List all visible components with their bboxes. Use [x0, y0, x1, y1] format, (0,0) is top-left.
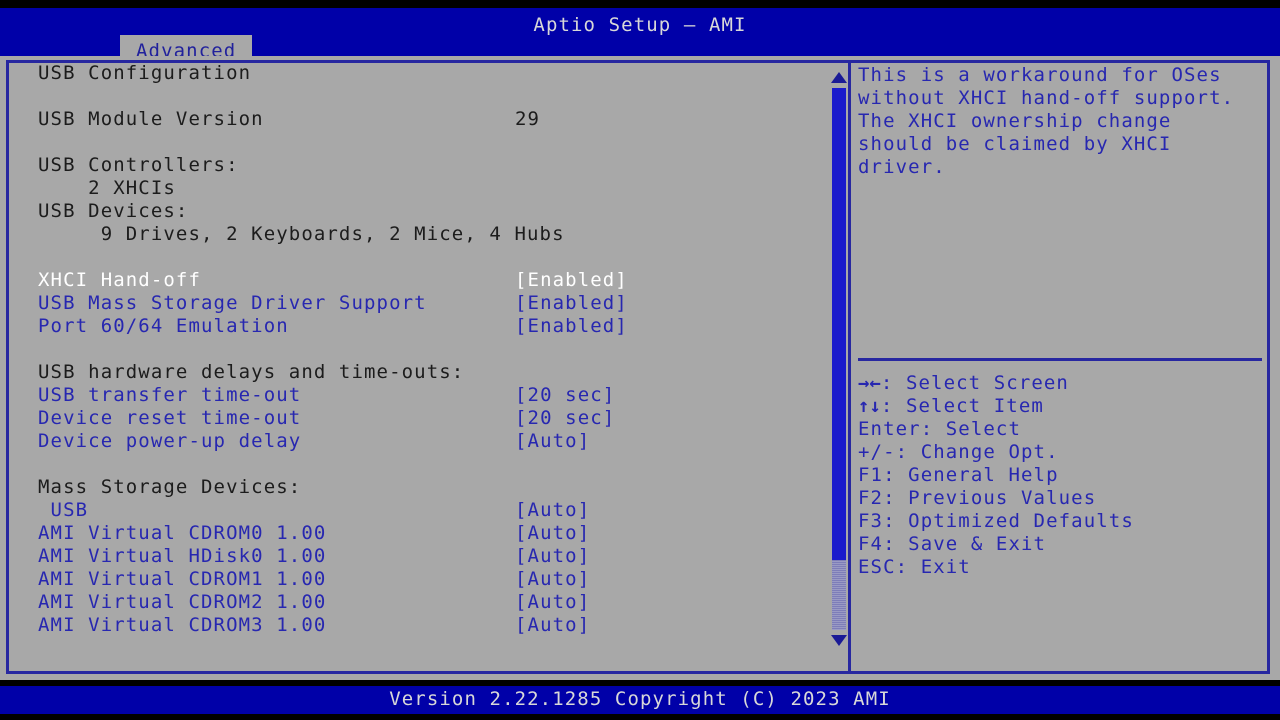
setting-value[interactable]: [Auto] [515, 499, 590, 522]
help-text-line: without XHCI hand-off support. [858, 87, 1235, 109]
setting-row[interactable]: AMI Virtual CDROM1 1.00 [Auto] [12, 568, 824, 591]
key-legend-item: +/-: Change Opt. [858, 441, 1258, 464]
setting-label: 2 XHCIs [38, 177, 176, 199]
key-legend-item: ↑↓: Select Item [858, 395, 1258, 418]
info-row: 9 Drives, 2 Keyboards, 2 Mice, 4 Hubs [12, 223, 824, 246]
setting-label: USB Controllers: [38, 154, 239, 176]
bios-setup-screen: Aptio Setup – AMI Advanced USB Configura… [0, 0, 1280, 720]
key-legend-item: F3: Optimized Defaults [858, 510, 1258, 533]
key-legend-item: F1: General Help [858, 464, 1258, 487]
scrollbar-thumb[interactable] [832, 88, 846, 560]
setting-row[interactable]: Device reset time-out [20 sec] [12, 407, 824, 430]
version-copyright-text: Version 2.22.1285 Copyright (C) 2023 AMI [389, 688, 891, 710]
row-spacer [12, 453, 824, 476]
key-legend-label: Enter: Select [858, 418, 1022, 440]
settings-list: USB Configuration USB Module Version 29 USB… [12, 62, 824, 662]
help-text-panel: This is a workaround for OSes without XHC… [858, 64, 1258, 179]
setting-value[interactable]: [Enabled] [515, 292, 628, 315]
setting-label: USB Devices: [38, 200, 189, 222]
page-title: Aptio Setup – AMI [533, 14, 747, 36]
row-spacer [12, 338, 824, 361]
key-legend-item: ESC: Exit [858, 556, 1258, 579]
scroll-up-arrow-icon[interactable] [831, 72, 847, 83]
setting-label: AMI Virtual CDROM2 1.00 [38, 591, 327, 613]
setting-value[interactable]: [20 sec] [515, 384, 615, 407]
row-spacer [12, 85, 824, 108]
setting-label: 9 Drives, 2 Keyboards, 2 Mice, 4 Hubs [38, 223, 565, 245]
setting-label: USB [38, 499, 89, 521]
scroll-down-arrow-icon[interactable] [831, 635, 847, 646]
setting-label: Device power-up delay [38, 430, 302, 452]
key-legend-item: →←: Select Screen [858, 372, 1258, 395]
setting-label: USB Module Version [38, 108, 264, 130]
setting-label: XHCI Hand-off [38, 269, 202, 291]
info-row: Mass Storage Devices: [12, 476, 824, 499]
info-row: USB Configuration [12, 62, 824, 85]
setting-value[interactable]: [Auto] [515, 568, 590, 591]
header-bar: Aptio Setup – AMI Advanced [0, 8, 1280, 64]
setting-value[interactable]: [Enabled] [515, 269, 628, 292]
key-legend-label: F1: General Help [858, 464, 1059, 486]
setting-value[interactable]: [Auto] [515, 522, 590, 545]
setting-row[interactable]: Device power-up delay [Auto] [12, 430, 824, 453]
row-spacer [12, 131, 824, 154]
setting-label: USB transfer time-out [38, 384, 302, 406]
key-legend-label: F3: Optimized Defaults [858, 510, 1134, 532]
setting-label: USB hardware delays and time-outs: [38, 361, 465, 383]
help-text-line: should be claimed by XHCI [858, 133, 1172, 155]
setting-label: Port 60/64 Emulation [38, 315, 289, 337]
arrow-keys-icon: →← [858, 372, 881, 394]
help-separator [858, 358, 1262, 361]
footer-bar: Version 2.22.1285 Copyright (C) 2023 AMI [0, 686, 1280, 714]
setting-label: USB Mass Storage Driver Support [38, 292, 427, 314]
key-legend-item: F2: Previous Values [858, 487, 1258, 510]
help-text-line: This is a workaround for OSes [858, 64, 1222, 86]
setting-value: 29 [515, 108, 541, 130]
setting-row[interactable]: XHCI Hand-off [Enabled] [12, 269, 824, 292]
info-row: USB hardware delays and time-outs: [12, 361, 824, 384]
key-legend-panel: →←: Select Screen ↑↓: Select Item Enter: S… [858, 372, 1258, 579]
key-legend-label: : Select Item [880, 395, 1044, 417]
help-text-line: The XHCI ownership change [858, 110, 1172, 132]
setting-label: Mass Storage Devices: [38, 476, 302, 498]
info-row: USB Controllers: [12, 154, 824, 177]
info-row: USB Devices: [12, 200, 824, 223]
key-legend-item: Enter: Select [858, 418, 1258, 441]
key-legend-item: F4: Save & Exit [858, 533, 1258, 556]
key-legend-label: : Select Screen [880, 372, 1069, 394]
setting-row[interactable]: AMI Virtual CDROM2 1.00 [Auto] [12, 591, 824, 614]
setting-row[interactable]: AMI Virtual CDROM0 1.00 [Auto] [12, 522, 824, 545]
setting-row[interactable]: USB Mass Storage Driver Support [Enabled] [12, 292, 824, 315]
setting-row[interactable]: USB [Auto] [12, 499, 824, 522]
setting-row[interactable]: AMI Virtual CDROM3 1.00 [Auto] [12, 614, 824, 637]
key-legend-label: +/-: Change Opt. [858, 441, 1059, 463]
setting-row[interactable]: Port 60/64 Emulation [Enabled] [12, 315, 824, 338]
setting-value[interactable]: [Auto] [515, 430, 590, 453]
info-row: 2 XHCIs [12, 177, 824, 200]
info-row: USB Module Version 29 [12, 108, 824, 131]
setting-value[interactable]: [20 sec] [515, 407, 615, 430]
setting-row[interactable]: USB transfer time-out [20 sec] [12, 384, 824, 407]
help-text-line: driver. [858, 156, 946, 178]
setting-row[interactable]: AMI Virtual HDisk0 1.00 [Auto] [12, 545, 824, 568]
key-legend-label: F4: Save & Exit [858, 533, 1047, 555]
key-legend-label: ESC: Exit [858, 556, 971, 578]
setting-label: AMI Virtual HDisk0 1.00 [38, 545, 327, 567]
setting-value[interactable]: [Auto] [515, 545, 590, 568]
arrow-keys-icon: ↑↓ [858, 395, 881, 417]
setting-value[interactable]: [Auto] [515, 591, 590, 614]
setting-label: AMI Virtual CDROM0 1.00 [38, 522, 327, 544]
setting-label: AMI Virtual CDROM1 1.00 [38, 568, 327, 590]
setting-label: AMI Virtual CDROM3 1.00 [38, 614, 327, 636]
key-legend-label: F2: Previous Values [858, 487, 1097, 509]
setting-label: Device reset time-out [38, 407, 302, 429]
setting-value[interactable]: [Enabled] [515, 315, 628, 338]
setting-value[interactable]: [Auto] [515, 614, 590, 637]
settings-scrollbar[interactable] [829, 70, 849, 648]
row-spacer [12, 246, 824, 269]
setting-label: USB Configuration [38, 62, 252, 84]
